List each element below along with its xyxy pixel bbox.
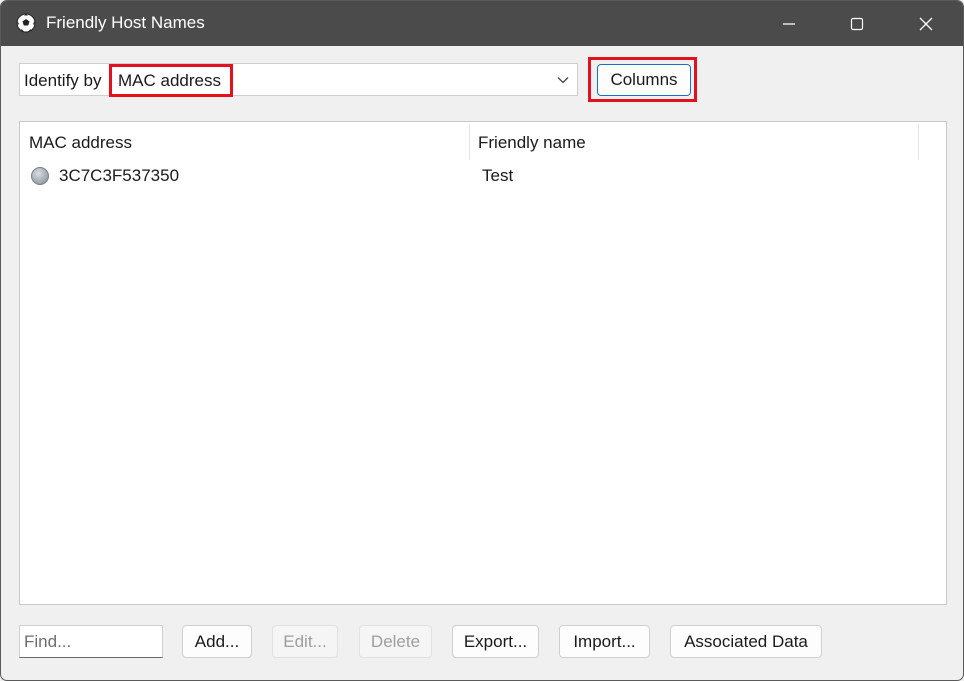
edit-button[interactable]: Edit... <box>272 625 338 658</box>
column-header-mac-address[interactable]: MAC address <box>29 133 132 153</box>
column-header-friendly-name[interactable]: Friendly name <box>478 133 586 153</box>
gray-dot-icon <box>31 167 49 185</box>
maximize-icon <box>850 17 864 30</box>
add-button[interactable]: Add... <box>182 625 252 658</box>
row-friendly-name: Test <box>482 166 514 185</box>
list-header: MAC address Friendly name <box>20 122 946 160</box>
column-separator[interactable] <box>918 124 919 160</box>
window-title: Friendly Host Names <box>46 13 205 32</box>
associated-data-button[interactable]: Associated Data <box>670 625 822 658</box>
identify-by-value: MAC address <box>118 71 221 90</box>
minimize-icon <box>783 22 795 25</box>
chevron-down-icon[interactable] <box>556 73 570 87</box>
import-button[interactable]: Import... <box>559 625 650 658</box>
friendly-host-names-window: Friendly Host Names Identify by MAC addr… <box>0 0 964 681</box>
columns-button[interactable]: Columns <box>597 64 691 96</box>
delete-button[interactable]: Delete <box>359 625 432 658</box>
identify-by-label: Identify by <box>24 71 102 90</box>
maximize-button[interactable] <box>834 1 880 46</box>
column-separator[interactable] <box>469 124 470 160</box>
close-button[interactable] <box>903 1 949 46</box>
soccer-ball-icon <box>16 13 36 33</box>
table-row[interactable]: 3C7C3F537350 Test <box>20 162 946 190</box>
find-input[interactable] <box>19 625 163 658</box>
row-mac-address: 3C7C3F537350 <box>59 166 180 185</box>
export-button[interactable]: Export... <box>452 625 539 658</box>
title-bar[interactable]: Friendly Host Names <box>1 1 963 46</box>
minimize-button[interactable] <box>766 1 812 46</box>
close-icon <box>919 17 933 30</box>
host-names-list[interactable]: MAC address Friendly name 3C7C3F537350 T… <box>19 121 947 605</box>
identify-by-dropdown[interactable]: Identify by MAC address <box>19 63 578 97</box>
